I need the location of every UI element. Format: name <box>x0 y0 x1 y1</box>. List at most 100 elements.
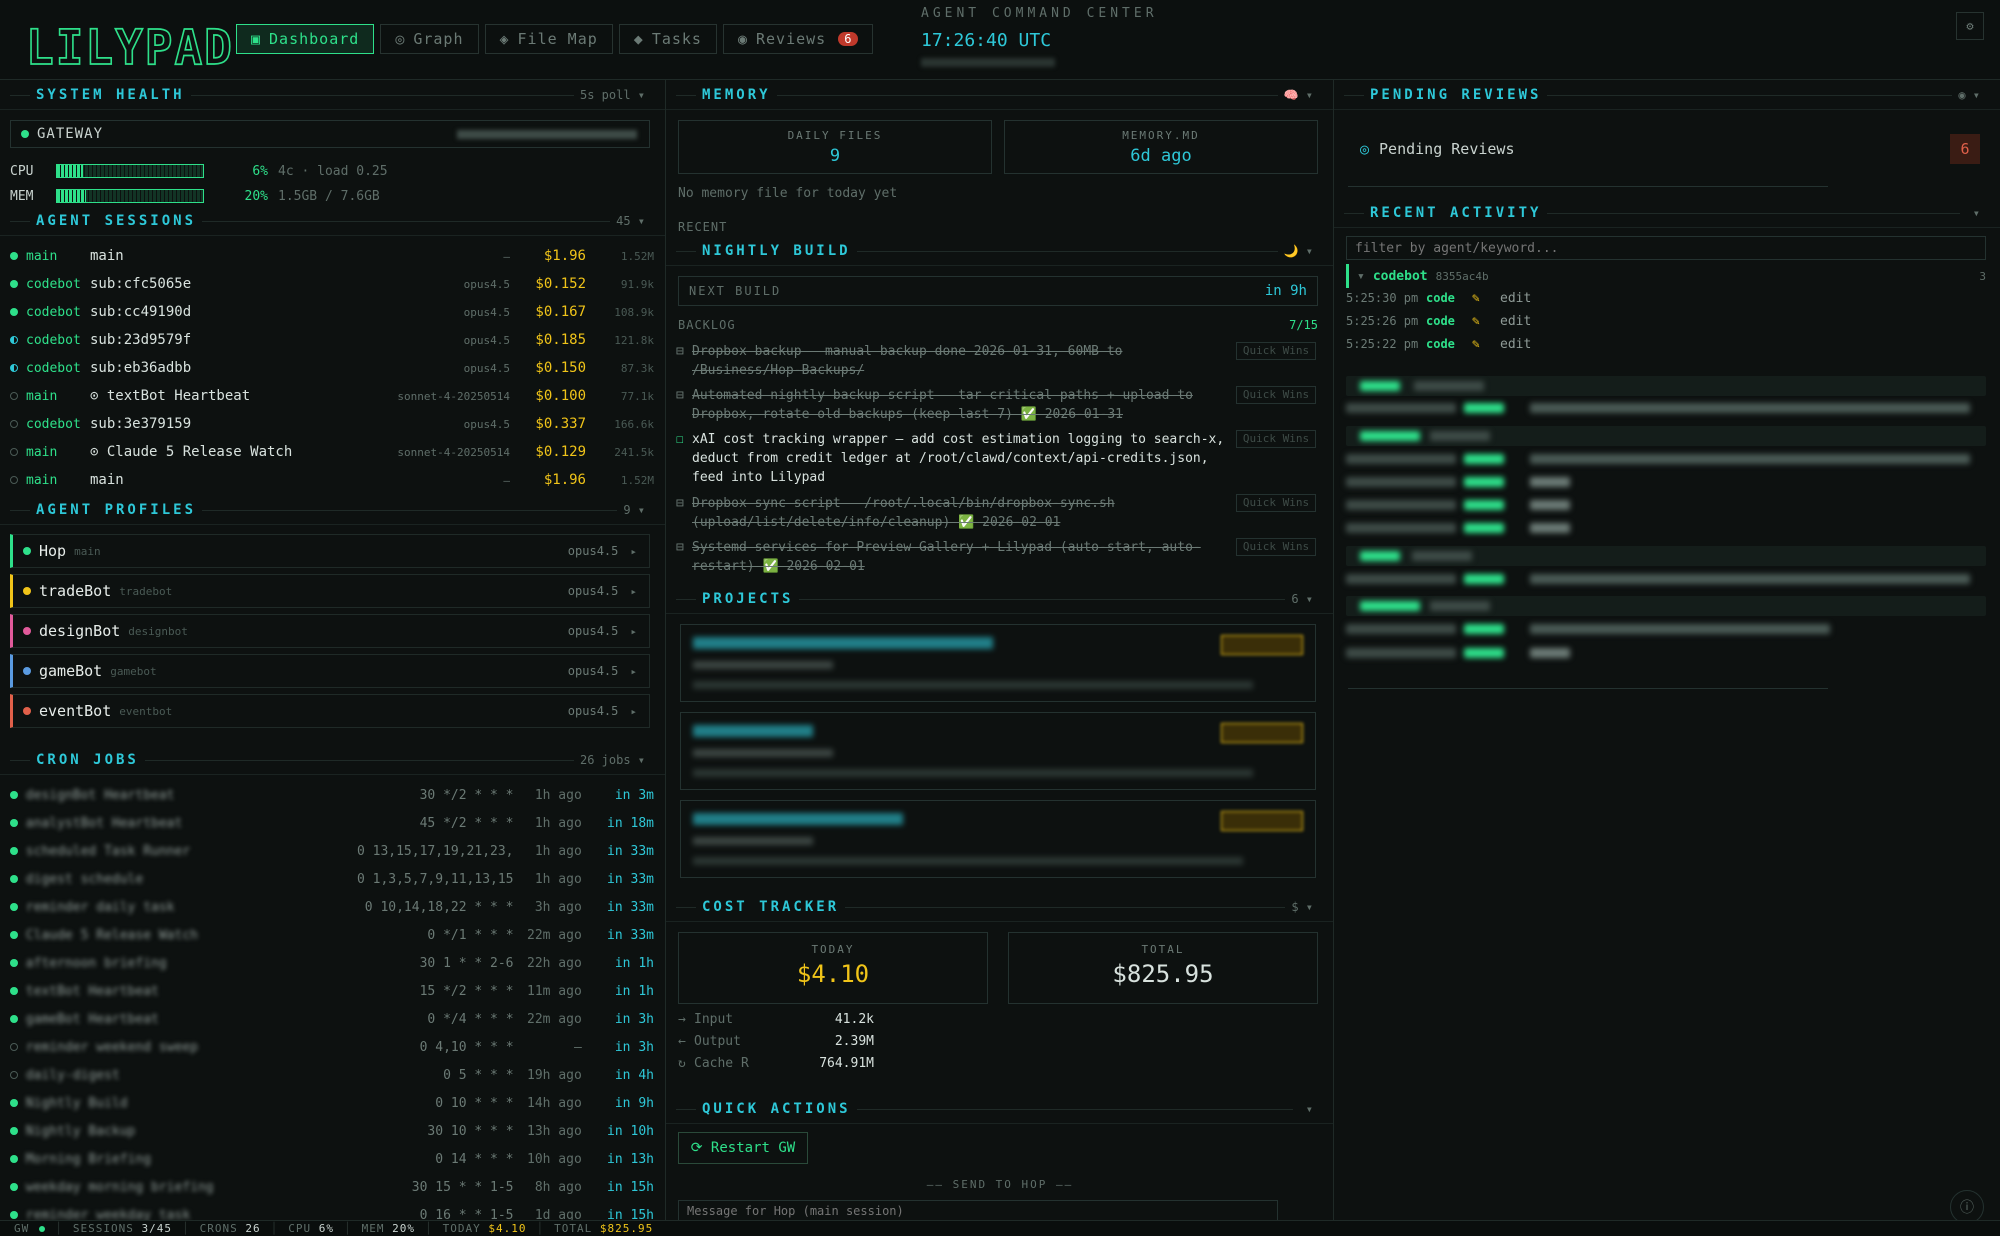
redacted-activity-block <box>1414 381 1484 391</box>
system-health-header[interactable]: SYSTEM HEALTH 5s poll ▾ <box>0 80 665 110</box>
cron-row[interactable]: weekday morning briefing 30 15 * * 1-5 8h … <box>10 1173 654 1201</box>
backlog-item[interactable]: ☐ xAI cost tracking wrapper — add cost es… <box>676 430 1316 487</box>
cost-tracker-header[interactable]: COST TRACKER $ ▾ <box>666 892 1333 922</box>
tab-graph[interactable]: ◎ Graph <box>380 24 479 54</box>
backlog-item[interactable]: ⊟ Systemd services for Preview Gallery + … <box>676 538 1316 576</box>
session-row[interactable]: main main — $1.96 1.52M <box>10 466 654 494</box>
activity-op: edit <box>1500 336 1532 352</box>
right-column: PENDING REVIEWS ◉ ▾ ◎ Pending Reviews 6 … <box>1334 80 2000 1224</box>
cron-last-run: 1h ago <box>534 815 582 831</box>
session-model: opus4.5 <box>463 333 510 347</box>
status-dot <box>10 959 18 967</box>
session-row[interactable]: main main — $1.96 1.52M <box>10 242 654 270</box>
session-row[interactable]: codebot sub:3e379159 opus4.5 $0.337 166.6k <box>10 410 654 438</box>
projects-header[interactable]: PROJECTS 6 ▾ <box>666 584 1333 614</box>
recent-activity-header[interactable]: RECENT ACTIVITY ▾ <box>1334 198 2000 228</box>
backlog-text: Dropbox backup — manual backup done 2026… <box>692 344 1123 378</box>
memory-header[interactable]: MEMORY 🧠 ▾ <box>666 80 1333 110</box>
activity-filter-input[interactable] <box>1346 236 1986 260</box>
done-icon[interactable]: ⊟ <box>676 494 692 532</box>
cron-row[interactable]: Nightly Build 0 10 * * * 14h ago in 9h <box>10 1089 654 1117</box>
activity-row[interactable]: 5:25:30 pm code ✎ edit <box>1346 287 1986 309</box>
mem-bar <box>56 189 204 203</box>
cron-row[interactable]: afternoon briefing 30 1 * * 2-6 22h ago in … <box>10 949 654 977</box>
activity-row[interactable]: 5:25:26 pm code ✎ edit <box>1346 310 1986 332</box>
cron-row[interactable]: analystBot Heartbeat 45 */2 * * * 1h ago in… <box>10 809 654 837</box>
session-row[interactable]: main ⊙ textBot Heartbeat sonnet-4-20250514… <box>10 382 654 410</box>
tab-tasks[interactable]: ◆ Tasks <box>618 24 717 54</box>
activity-row[interactable]: 5:25:22 pm code ✎ edit <box>1346 333 1986 355</box>
backlog-item[interactable]: ⊟ Automated nightly backup script — tar c… <box>676 386 1316 424</box>
nightly-build-header[interactable]: NIGHTLY BUILD 🌙 ▾ <box>666 236 1333 266</box>
chevron-right-icon: ▸ <box>630 664 637 678</box>
profile-name: tradeBot <box>39 582 112 600</box>
cron-row[interactable]: reminder weekend sweep 0 4,10 * * * — in 3h <box>10 1033 654 1061</box>
quick-actions-header[interactable]: QUICK ACTIONS ▾ <box>666 1094 1333 1124</box>
session-row[interactable]: codebot sub:cfc5065e opus4.5 $0.152 91.9k <box>10 270 654 298</box>
restart-gateway-button[interactable]: ⟳ Restart GW <box>678 1132 808 1164</box>
cpu-bar-fill <box>57 165 84 177</box>
session-name: ⊙ Claude 5 Release Watch <box>90 444 293 460</box>
backlog-item[interactable]: ⊟ Dropbox sync script — /root/.local/bin/… <box>676 494 1316 532</box>
tab-file-map[interactable]: ◈ File Map <box>484 24 613 54</box>
agent-sessions-header[interactable]: AGENT SESSIONS 45 ▾ <box>0 206 665 236</box>
cron-row[interactable]: Morning Briefing 0 14 * * * 10h ago in 13h <box>10 1145 654 1173</box>
settings-button[interactable]: ⚙ <box>1956 12 1984 40</box>
tab-reviews[interactable]: ◉ Reviews 6 <box>722 24 874 54</box>
cron-row[interactable]: designBot Heartbeat 30 */2 * * * 1h ago in … <box>10 781 654 809</box>
cron-jobs-header[interactable]: CRON JOBS 26 jobs ▾ <box>0 745 665 775</box>
message-input[interactable] <box>678 1200 1278 1220</box>
cron-schedule: 30 */2 * * * <box>419 787 514 803</box>
profile-name: designBot <box>39 622 121 640</box>
session-row[interactable]: main ⊙ Claude 5 Release Watch sonnet-4-202… <box>10 438 654 466</box>
project-card[interactable] <box>680 800 1316 878</box>
redacted-activity-block <box>1530 523 1570 533</box>
backlog-item[interactable]: ⊟ Dropbox backup — manual backup done 202… <box>676 342 1316 380</box>
memory-md-label: MEMORY.MD <box>1122 129 1200 142</box>
session-row[interactable]: codebot sub:23d9579f opus4.5 $0.185 121.8k <box>10 326 654 354</box>
cron-row[interactable]: gameBot Heartbeat 0 */4 * * * 22m ago in 3h <box>10 1005 654 1033</box>
session-tokens: 1.52M <box>620 473 654 487</box>
session-row[interactable]: codebot sub:eb36adbb opus4.5 $0.150 87.3k <box>10 354 654 382</box>
project-card[interactable] <box>680 712 1316 790</box>
cron-row[interactable]: Nightly Backup 30 10 * * * 13h ago in 10h <box>10 1117 654 1145</box>
tasks-icon: ◆ <box>633 30 644 48</box>
status-dot <box>10 1043 18 1051</box>
cron-row[interactable]: daily-digest 0 5 * * * 19h ago in 4h <box>10 1061 654 1089</box>
profile-id: designbot <box>128 624 188 638</box>
backlog-tag: Quick Wins <box>1236 538 1316 556</box>
profile-card-eventbot[interactable]: eventBot eventbot opus4.5 ▸ <box>10 694 650 728</box>
pending-reviews-header[interactable]: PENDING REVIEWS ◉ ▾ <box>1334 80 2000 110</box>
session-row[interactable]: codebot sub:cc49190d opus4.5 $0.167 108.9k <box>10 298 654 326</box>
cron-row[interactable]: textBot Heartbeat 15 */2 * * * 11m ago in 1… <box>10 977 654 1005</box>
cron-name: Morning Briefing <box>25 1151 152 1167</box>
cost-row: ↻ Cache R 764.91M <box>678 1056 874 1071</box>
session-cost: $0.152 <box>535 276 586 292</box>
backlog-text: Dropbox sync script — /root/.local/bin/d… <box>692 496 1115 530</box>
cron-row[interactable]: scheduled Task Runner 0 13,15,17,19,21,23… <box>10 837 654 865</box>
project-card[interactable] <box>680 624 1316 702</box>
checkbox-icon[interactable]: ☐ <box>676 430 692 487</box>
tab-dashboard[interactable]: ▣ Dashboard <box>236 24 375 54</box>
cron-row[interactable]: reminder daily task 0 10,14,18,22 * * * 3h… <box>10 893 654 921</box>
section-title: PENDING REVIEWS <box>1364 86 1548 103</box>
profile-card-designbot[interactable]: designBot designbot opus4.5 ▸ <box>10 614 650 648</box>
redacted-activity-block <box>1346 648 1456 658</box>
cron-row[interactable]: digest schedule 0 1,3,5,7,9,11,13,15 1h ag… <box>10 865 654 893</box>
profile-card-tradebot[interactable]: tradeBot tradebot opus4.5 ▸ <box>10 574 650 608</box>
cron-row[interactable]: Claude 5 Release Watch 0 */1 * * * 22m ago… <box>10 921 654 949</box>
activity-group-codebot[interactable]: ▾ codebot 8355ac4b 3 <box>1346 264 1986 288</box>
done-icon[interactable]: ⊟ <box>676 386 692 424</box>
redacted-gateway-info <box>457 129 637 139</box>
profile-card-gamebot[interactable]: gameBot gamebot opus4.5 ▸ <box>10 654 650 688</box>
agent-profiles-header[interactable]: AGENT PROFILES 9 ▾ <box>0 495 665 525</box>
profile-card-main[interactable]: Hop main opus4.5 ▸ <box>10 534 650 568</box>
app-logo[interactable]: LILYPAD <box>25 18 234 76</box>
moon-icon: 🌙 ▾ <box>1277 243 1319 258</box>
done-icon[interactable]: ⊟ <box>676 342 692 380</box>
info-icon[interactable]: ⓘ <box>1950 1190 1984 1224</box>
cron-next-run: in 3h <box>614 1039 654 1055</box>
status-dot <box>10 1015 18 1023</box>
done-icon[interactable]: ⊟ <box>676 538 692 576</box>
pending-reviews-row[interactable]: ◎ Pending Reviews 6 <box>1360 134 1980 164</box>
